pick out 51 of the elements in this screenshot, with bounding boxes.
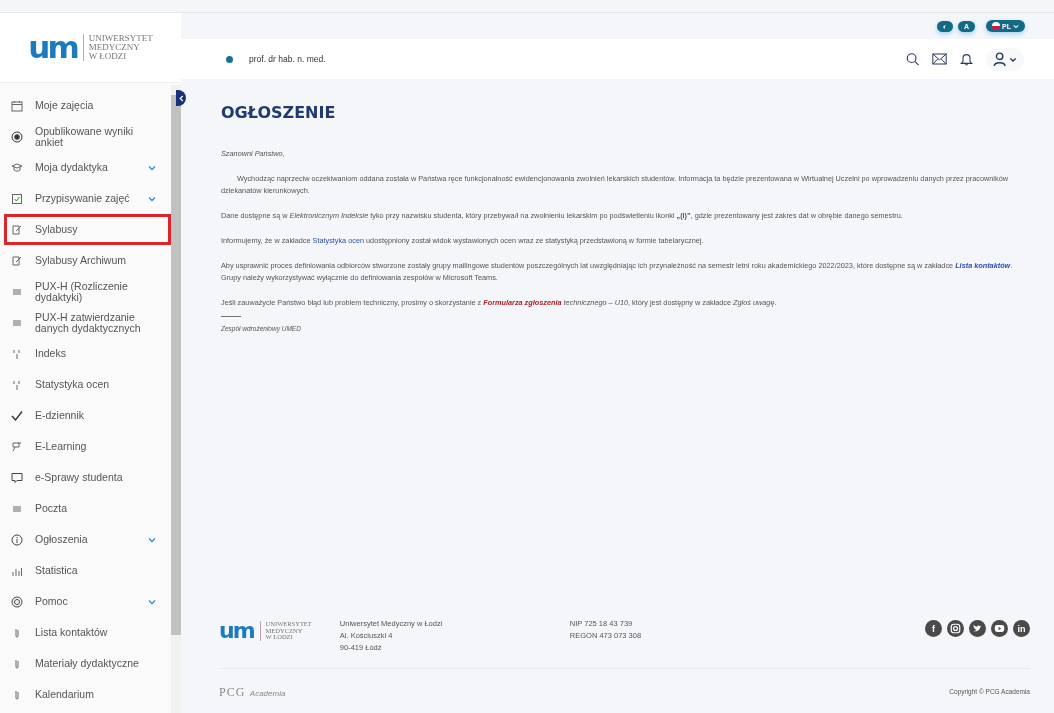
sidebar-item[interactable]: Materiały dydaktyczne xyxy=(4,648,171,679)
info-icon xyxy=(11,533,23,546)
sidebar-item[interactable]: Lista kontaktów xyxy=(4,617,171,648)
grade-icon xyxy=(11,378,23,391)
sidebar-item[interactable]: Indeks xyxy=(4,338,171,369)
sidebar-item[interactable]: Opublikowane wyniki ankiet xyxy=(4,121,171,152)
sidebar-item[interactable]: E-dziennik xyxy=(4,400,171,431)
sidebar-item[interactable]: Statystyka ocen xyxy=(4,369,171,400)
envelope-icon[interactable] xyxy=(932,52,947,66)
sidebar-item[interactable]: Moja dydaktyka xyxy=(4,152,171,183)
user-icon xyxy=(992,51,1018,67)
social-link[interactable]: in xyxy=(1013,620,1030,637)
pcg-academia-logo: PCG Academia xyxy=(219,684,286,700)
sidebar-item[interactable]: e-Sprawy studenta xyxy=(4,462,171,493)
user-title: prof. dr hab. n. med. xyxy=(249,54,326,64)
play-icon[interactable] xyxy=(991,620,1008,637)
screen-icon xyxy=(11,440,23,453)
radio-icon xyxy=(11,130,23,143)
checkbox-icon xyxy=(11,192,23,205)
sidebar-item[interactable]: Pomoc xyxy=(4,586,171,617)
sidebar-item[interactable]: PUX-H zatwierdzanie danych dydaktycznych xyxy=(4,307,171,338)
collapse-sidebar-button[interactable] xyxy=(176,90,186,106)
sidebar-item[interactable]: Ogłoszenia xyxy=(4,524,171,555)
sidebar-item[interactable]: PUX-H (Rozliczenie dydaktyki) xyxy=(4,276,171,307)
bell-icon[interactable] xyxy=(959,52,974,66)
sidebar-item[interactable]: Kalendarium xyxy=(4,679,171,710)
sidebar-item[interactable]: E-Learning xyxy=(4,431,171,462)
social-link[interactable]: f xyxy=(925,620,942,637)
check-icon xyxy=(11,409,23,422)
search-icon[interactable] xyxy=(905,52,920,66)
scrollbar[interactable] xyxy=(171,85,181,713)
bird-icon[interactable] xyxy=(969,620,986,637)
chat-icon xyxy=(11,471,23,484)
sidebar-item[interactable]: Moje zajęcia xyxy=(4,90,171,121)
status-dot-icon xyxy=(226,55,233,63)
user-menu-button[interactable] xyxy=(986,47,1024,71)
calendar-icon xyxy=(11,99,23,112)
announcement-title: OGŁOSZENIE xyxy=(221,103,337,122)
camera-icon[interactable] xyxy=(947,620,964,637)
sidebar-item[interactable]: Statistica xyxy=(4,555,171,586)
chevron-left-icon xyxy=(178,94,184,102)
lifebuoy-icon xyxy=(11,595,23,608)
sidebar-item[interactable]: Sylabusy Archiwum xyxy=(4,245,171,276)
caret-icon xyxy=(1013,23,1019,29)
edit-icon xyxy=(11,223,23,236)
sidebar-item[interactable]: Przypisywanie zajęć xyxy=(4,183,171,214)
edit-icon xyxy=(11,254,23,267)
sidebar-item[interactable]: Sylabusy xyxy=(4,214,171,245)
grade-icon xyxy=(11,347,23,360)
graduation-cap-icon xyxy=(11,161,23,174)
sidebar-item[interactable]: Poczta xyxy=(4,493,171,524)
